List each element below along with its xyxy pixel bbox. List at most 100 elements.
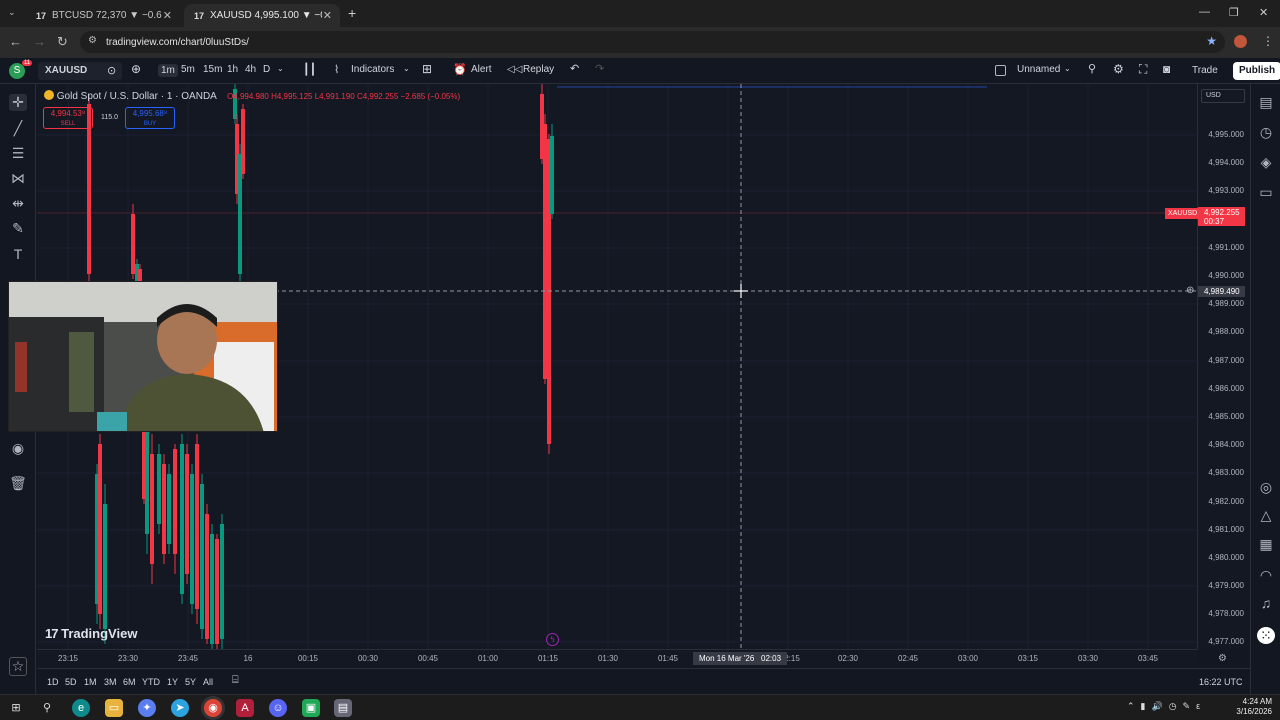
extension-icon[interactable] <box>1234 35 1247 48</box>
utc-clock[interactable]: 16:22 UTC <box>1199 677 1243 687</box>
interval-d[interactable]: D <box>263 64 270 75</box>
tab-title: BTCUSD 72,370 ▼ −0.63% Unn <box>52 10 162 21</box>
watchlist-star-icon[interactable]: ☆ <box>9 657 27 676</box>
minimize-icon[interactable]: — <box>1199 6 1210 18</box>
price-axis[interactable]: USD 4,995.000 4,994.000 4,993.000 4,991.000… <box>1197 84 1250 649</box>
trade-button[interactable]: Trade <box>1186 62 1224 80</box>
indicators-icon[interactable]: ⌇ <box>334 63 339 76</box>
window-app-icon[interactable]: ▤ <box>334 699 352 717</box>
range-1m[interactable]: 1M <box>84 677 97 687</box>
range-3m[interactable]: 3M <box>104 677 117 687</box>
object-tree-icon[interactable]: ◈ <box>1257 154 1275 171</box>
browser-tab-xauusd[interactable]: 17 XAUUSD 4,995.100 ▼ −0.51% U ✕ <box>184 4 340 27</box>
stream-icon[interactable]: ◠ <box>1257 567 1275 584</box>
chart-type-icon[interactable]: ┃┃ <box>303 63 316 76</box>
interval-1h[interactable]: 1h <box>227 64 238 75</box>
settings-icon[interactable]: ⚙ <box>1113 62 1124 76</box>
new-tab-button[interactable]: + <box>348 5 356 21</box>
layout-checkbox[interactable] <box>995 65 1006 76</box>
replay-icon[interactable]: ◁◁ <box>507 64 522 75</box>
tab-search-button[interactable]: ⌄ <box>8 7 16 18</box>
tab-close-icon[interactable]: ✕ <box>323 9 332 22</box>
search-icon[interactable]: ⚲ <box>38 699 56 717</box>
legend-title[interactable]: Gold Spot / U.S. Dollar · 1 · OANDA <box>57 91 217 102</box>
red-app-icon[interactable]: A <box>236 699 254 717</box>
range-1d[interactable]: 1D <box>47 677 59 687</box>
site-info-icon[interactable]: ⚙ <box>88 35 97 46</box>
restore-icon[interactable]: ❐ <box>1229 6 1239 19</box>
currency-select[interactable]: USD <box>1201 89 1245 103</box>
fib-retracement-icon[interactable]: ☰ <box>9 145 27 162</box>
calendar-icon[interactable]: ▦ <box>1257 536 1275 553</box>
range-1y[interactable]: 1Y <box>167 677 178 687</box>
discord-icon[interactable]: ☺ <box>269 699 287 717</box>
range-5y[interactable]: 5Y <box>185 677 196 687</box>
trendline-icon[interactable]: ╱ <box>9 120 27 137</box>
bookmark-star-icon[interactable]: ★ <box>1206 34 1217 48</box>
reload-icon[interactable]: ↻ <box>57 34 68 50</box>
hide-drawings-icon[interactable]: ◉ <box>9 440 27 457</box>
interval-4h[interactable]: 4h <box>245 64 256 75</box>
watchlist-icon[interactable]: ▤ <box>1257 94 1275 111</box>
quick-search-icon[interactable]: ⚲ <box>1088 62 1096 75</box>
fullscreen-icon[interactable]: ⛶ <box>1139 62 1147 77</box>
interval-15m[interactable]: 15m <box>203 64 222 75</box>
notifications-bell-icon[interactable]: ♫ <box>1257 595 1275 611</box>
edge-icon[interactable]: e <box>72 699 90 717</box>
goto-date-icon[interactable]: ⌸ <box>232 674 239 687</box>
green-app-icon[interactable]: ▣ <box>302 699 320 717</box>
apps-grid-icon[interactable]: ⁙ <box>1257 627 1275 644</box>
interval-5m[interactable]: 5m <box>181 64 195 75</box>
brush-icon[interactable]: ✎ <box>9 220 27 237</box>
alert-button[interactable]: Alert <box>471 64 492 75</box>
replay-button[interactable]: Replay <box>523 64 554 75</box>
forecasting-icon[interactable]: ⇹ <box>9 195 27 212</box>
back-icon[interactable]: ← <box>9 34 22 49</box>
buy-button[interactable]: 4,995.68⁸ BUY <box>125 107 175 129</box>
browser-menu-icon[interactable]: ⋮ <box>1262 34 1274 48</box>
indicators-dropdown-icon[interactable]: ⌄ <box>403 64 410 73</box>
add-alert-plus-icon[interactable]: ⊕ <box>1186 285 1194 296</box>
hotlists-icon[interactable]: ◎ <box>1257 479 1275 496</box>
alert-icon[interactable]: ⏰ <box>453 63 467 76</box>
publish-button[interactable]: Publish <box>1233 62 1280 80</box>
lightning-marker-icon[interactable]: ϟ <box>546 633 559 646</box>
system-tray-icons[interactable]: ⌃▮🔊◷✎ε <box>1127 701 1206 712</box>
url-field[interactable]: ⚙ tradingview.com/chart/0luuStDs/ ★ <box>80 31 1225 53</box>
range-5d[interactable]: 5D <box>65 677 77 687</box>
chrome-icon[interactable]: ◉ <box>204 699 222 717</box>
crosshair-icon[interactable]: ✛ <box>9 94 27 111</box>
file-explorer-icon[interactable]: ▭ <box>105 699 123 717</box>
text-icon[interactable]: T <box>9 246 27 262</box>
copilot-icon[interactable]: ✦ <box>138 699 156 717</box>
windows-start-icon[interactable]: ⊞ <box>7 699 25 717</box>
range-all[interactable]: All <box>203 677 213 687</box>
time-axis[interactable]: 23:15 23:30 23:45 16 00:15 00:30 00:45 01:00 01:… <box>37 649 1197 667</box>
interval-1m[interactable]: 1m <box>158 64 178 77</box>
tab-close-icon[interactable]: ✕ <box>163 9 172 22</box>
layout-name[interactable]: Unnamed <box>1017 64 1060 75</box>
redo-icon[interactable]: ↷ <box>595 62 604 75</box>
ideas-icon[interactable]: △ <box>1257 507 1275 524</box>
forward-icon[interactable]: → <box>33 34 46 49</box>
compare-icon[interactable]: ⊙ <box>107 64 116 77</box>
indicators-button[interactable]: Indicators <box>351 64 394 75</box>
templates-icon[interactable]: ⊞ <box>422 62 432 76</box>
interval-dropdown-icon[interactable]: ⌄ <box>277 64 284 73</box>
time-axis-settings-icon[interactable]: ⚙ <box>1218 653 1227 664</box>
close-window-icon[interactable]: ✕ <box>1259 6 1268 19</box>
range-6m[interactable]: 6M <box>123 677 136 687</box>
sell-button[interactable]: 4,994.53⁸ SELL <box>43 107 93 129</box>
chat-icon[interactable]: ▭ <box>1257 184 1275 201</box>
alerts-clock-icon[interactable]: ◷ <box>1257 124 1275 141</box>
browser-tab-btcusd[interactable]: 17 BTCUSD 72,370 ▼ −0.63% Unn ✕ <box>26 4 180 27</box>
snapshot-icon[interactable]: ◙ <box>1163 62 1170 76</box>
telegram-icon[interactable]: ➤ <box>171 699 189 717</box>
range-ytd[interactable]: YTD <box>142 677 160 687</box>
layout-dropdown-icon[interactable]: ⌄ <box>1064 64 1071 73</box>
add-symbol-icon[interactable]: ⊕ <box>131 62 141 76</box>
undo-icon[interactable]: ↶ <box>570 62 579 75</box>
trash-icon[interactable]: 🗑 <box>9 475 27 492</box>
pattern-icon[interactable]: ⋈ <box>9 170 27 187</box>
taskbar-clock[interactable]: 4:24 AM 3/16/2026 <box>1236 697 1272 717</box>
